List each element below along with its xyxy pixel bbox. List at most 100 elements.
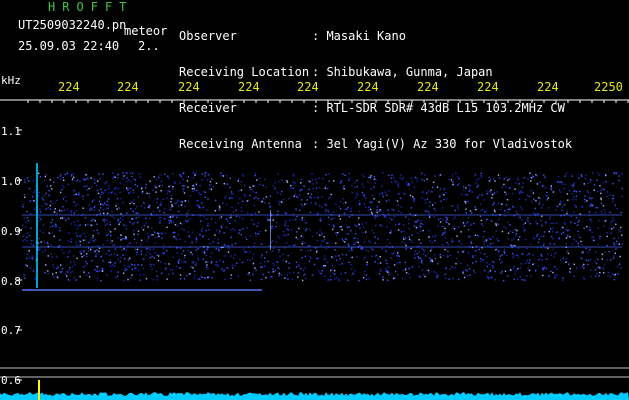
signal-speckle: [209, 184, 211, 186]
signal-speckle: [93, 229, 95, 232]
signal-speckle: [230, 193, 232, 195]
signal-speckle: [448, 278, 450, 280]
signal-speckle: [603, 272, 605, 274]
signal-speckle: [118, 222, 120, 225]
signal-speckle: [399, 177, 401, 179]
signal-speckle: [68, 269, 71, 271]
signal-speckle: [368, 278, 370, 280]
signal-speckle: [609, 194, 611, 196]
signal-speckle: [242, 228, 244, 230]
signal-speckle: [216, 264, 219, 266]
signal-speckle: [530, 189, 533, 192]
signal-speckle: [335, 277, 338, 279]
signal-speckle: [96, 229, 99, 231]
signal-speckle: [119, 221, 122, 223]
signal-speckle: [480, 260, 482, 262]
signal-speckle: [566, 193, 569, 195]
signal-speckle: [443, 194, 445, 196]
signal-speckle: [546, 253, 549, 255]
signal-band-line: [22, 246, 622, 248]
signal-speckle: [295, 266, 298, 268]
signal-speckle: [149, 180, 151, 182]
signal-speckle: [197, 257, 199, 259]
signal-speckle: [175, 202, 177, 204]
signal-speckle: [568, 263, 570, 265]
signal-speckle: [81, 256, 83, 258]
signal-speckle: [227, 267, 230, 270]
signal-speckle: [561, 279, 564, 281]
signal-speckle: [202, 258, 204, 260]
signal-speckle: [149, 263, 151, 266]
x-tick-label: 224: [477, 80, 499, 94]
signal-speckle: [97, 192, 100, 195]
signal-speckle: [93, 240, 95, 242]
signal-speckle: [284, 222, 287, 224]
signal-speckle: [238, 178, 240, 180]
signal-speckle: [145, 183, 147, 186]
signal-speckle: [167, 175, 169, 177]
signal-speckle: [234, 254, 236, 256]
signal-speckle: [420, 242, 422, 244]
signal-speckle: [136, 248, 139, 251]
signal-speckle: [94, 251, 96, 253]
signal-speckle: [53, 235, 55, 237]
signal-speckle: [434, 239, 436, 242]
signal-speckle: [267, 271, 270, 273]
signal-speckle: [73, 176, 75, 179]
signal-speckle: [52, 203, 54, 205]
signal-speckle: [178, 259, 180, 261]
signal-speckle: [515, 210, 518, 213]
signal-speckle: [303, 185, 305, 187]
signal-speckle: [603, 264, 606, 266]
signal-speckle: [174, 231, 176, 234]
signal-speckle: [548, 230, 550, 233]
x-tick-label: 224: [537, 80, 559, 94]
spectrogram[interactable]: [0, 0, 629, 400]
signal-speckle: [24, 226, 27, 228]
signal-speckle: [184, 205, 186, 208]
signal-speckle: [478, 194, 480, 196]
signal-speckle: [408, 267, 410, 270]
signal-speckle: [223, 183, 225, 185]
signal-speckle: [180, 204, 183, 206]
signal-speckle: [50, 253, 52, 255]
signal-speckle: [227, 251, 230, 253]
signal-speckle: [206, 261, 209, 263]
signal-speckle: [343, 188, 345, 190]
signal-speckle: [297, 264, 300, 266]
signal-speckle: [207, 268, 209, 270]
signal-speckle: [335, 203, 337, 206]
signal-speckle: [597, 190, 599, 193]
signal-speckle: [452, 226, 454, 228]
signal-speckle: [451, 205, 453, 207]
signal-speckle: [501, 270, 503, 273]
signal-speckle: [156, 198, 158, 200]
signal-speckle: [146, 240, 148, 243]
signal-speckle: [261, 243, 263, 245]
signal-speckle: [618, 237, 620, 239]
signal-speckle: [481, 194, 483, 196]
signal-speckle: [123, 279, 125, 282]
signal-speckle: [436, 274, 438, 276]
signal-speckle: [331, 264, 334, 267]
signal-speckle: [229, 217, 231, 219]
signal-speckle: [573, 238, 575, 241]
signal-speckle: [42, 224, 45, 226]
signal-speckle: [38, 237, 41, 240]
signal-speckle: [367, 250, 370, 253]
signal-speckle: [362, 194, 364, 196]
signal-speckle: [45, 208, 48, 210]
signal-speckle: [431, 259, 433, 261]
signal-speckle: [289, 272, 291, 274]
signal-speckle: [132, 218, 134, 220]
signal-speckle: [540, 253, 542, 256]
signal-speckle: [401, 178, 403, 181]
signal-speckle: [71, 178, 74, 180]
signal-speckle: [310, 193, 313, 196]
signal-speckle: [27, 180, 30, 182]
signal-speckle: [66, 271, 69, 273]
signal-speckle: [219, 207, 221, 209]
signal-speckle: [535, 221, 537, 223]
signal-speckle: [126, 172, 128, 174]
signal-speckle: [47, 272, 49, 275]
